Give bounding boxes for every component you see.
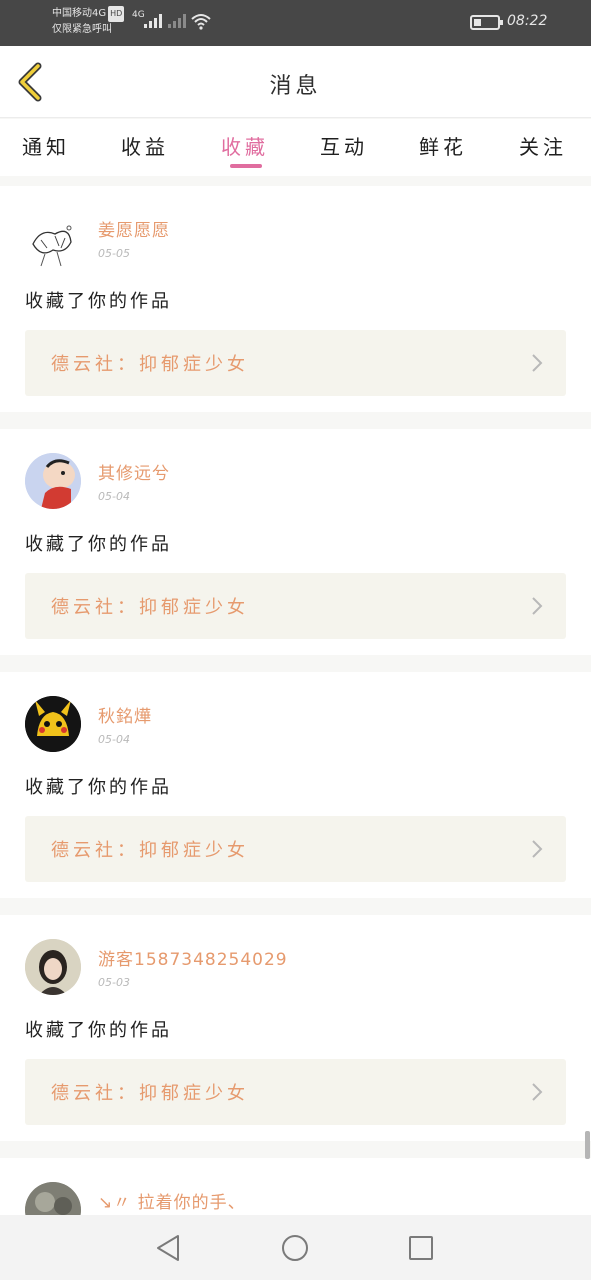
active-tab-indicator (230, 164, 262, 168)
message-date: 05-03 (98, 976, 130, 989)
work-link[interactable]: 德云社：抑郁症少女 (25, 330, 566, 396)
work-title: 德云社：抑郁症少女 (51, 1083, 249, 1104)
back-nav-icon[interactable] (152, 1231, 186, 1265)
message-date: 05-04 (98, 490, 130, 503)
message-card: 其修远兮 05-04 收藏了你的作品 德云社：抑郁症少女 (0, 429, 591, 655)
tab-flowers[interactable]: 鲜花 (403, 131, 483, 175)
tab-bar: 通知 收益 收藏 互动 鲜花 关注 (0, 119, 591, 176)
username[interactable]: 游客1587348254029 (98, 945, 288, 970)
work-link[interactable]: 德云社：抑郁症少女 (25, 573, 566, 639)
scrollbar[interactable] (585, 1131, 590, 1159)
message-card: 秋銘燁 05-04 收藏了你的作品 德云社：抑郁症少女 (0, 672, 591, 898)
chevron-right-icon (532, 597, 543, 615)
message-card: 姜愿愿愿 05-05 收藏了你的作品 德云社：抑郁症少女 (0, 186, 591, 412)
message-date: 05-05 (98, 247, 130, 260)
message-text: 收藏了你的作品 (25, 777, 172, 798)
battery-icon (470, 15, 503, 30)
tab-label: 互动 (320, 135, 368, 159)
tab-following[interactable]: 关注 (503, 131, 583, 175)
message-text: 收藏了你的作品 (25, 291, 172, 312)
message-card: 游客1587348254029 05-03 收藏了你的作品 德云社：抑郁症少女 (0, 915, 591, 1141)
tab-earnings[interactable]: 收益 (105, 131, 185, 175)
page-title: 消息 (269, 74, 322, 99)
tab-label: 鲜花 (419, 135, 467, 159)
tab-label: 收益 (121, 135, 169, 159)
avatar[interactable] (25, 696, 81, 752)
recent-apps-icon[interactable] (404, 1231, 438, 1265)
work-link[interactable]: 德云社：抑郁症少女 (25, 1059, 566, 1125)
work-link[interactable]: 德云社：抑郁症少女 (25, 816, 566, 882)
avatar[interactable] (25, 1182, 81, 1215)
carrier-name: 中国移动4G (52, 8, 107, 19)
message-text: 收藏了你的作品 (25, 534, 172, 555)
carrier-info: 中国移动4G HD 仅限紧急呼叫 (52, 6, 125, 38)
chevron-right-icon (532, 840, 543, 858)
message-date: 05-04 (98, 733, 130, 746)
work-title: 德云社：抑郁症少女 (51, 597, 249, 618)
avatar[interactable] (25, 214, 81, 270)
message-card: ↘〃 拉着你的手、 (0, 1158, 591, 1215)
username[interactable]: 秋銘燁 (98, 702, 152, 727)
system-nav-bar (0, 1215, 591, 1280)
avatar[interactable] (25, 939, 81, 995)
avatar[interactable] (25, 453, 81, 509)
tab-label: 通知 (22, 135, 70, 159)
username[interactable]: 姜愿愿愿 (98, 216, 170, 241)
work-title: 德云社：抑郁症少女 (51, 840, 249, 861)
wifi-icon (191, 14, 211, 30)
username[interactable]: ↘〃 拉着你的手、 (98, 1188, 246, 1213)
work-title: 德云社：抑郁症少女 (51, 354, 249, 375)
status-bar: 中国移动4G HD 仅限紧急呼叫 4G 08:22 (0, 0, 591, 46)
tab-label: 收藏 (221, 135, 269, 159)
hd-badge: HD (108, 6, 125, 22)
signal-icon (144, 14, 162, 28)
emergency-only-text: 仅限紧急呼叫 (52, 24, 112, 35)
tab-label: 关注 (519, 135, 567, 159)
app-header: 消息 (0, 46, 591, 118)
network-type: 4G (132, 10, 145, 20)
tab-notifications[interactable]: 通知 (6, 131, 86, 175)
home-nav-icon[interactable] (278, 1231, 312, 1265)
tab-interactions[interactable]: 互动 (304, 131, 384, 175)
clock: 08:22 (507, 13, 548, 29)
chevron-right-icon (532, 1083, 543, 1101)
username[interactable]: 其修远兮 (98, 459, 170, 484)
tab-favorites[interactable]: 收藏 (205, 131, 285, 175)
chevron-right-icon (532, 354, 543, 372)
signal-no-service-icon (168, 14, 186, 28)
message-text: 收藏了你的作品 (25, 1020, 172, 1041)
